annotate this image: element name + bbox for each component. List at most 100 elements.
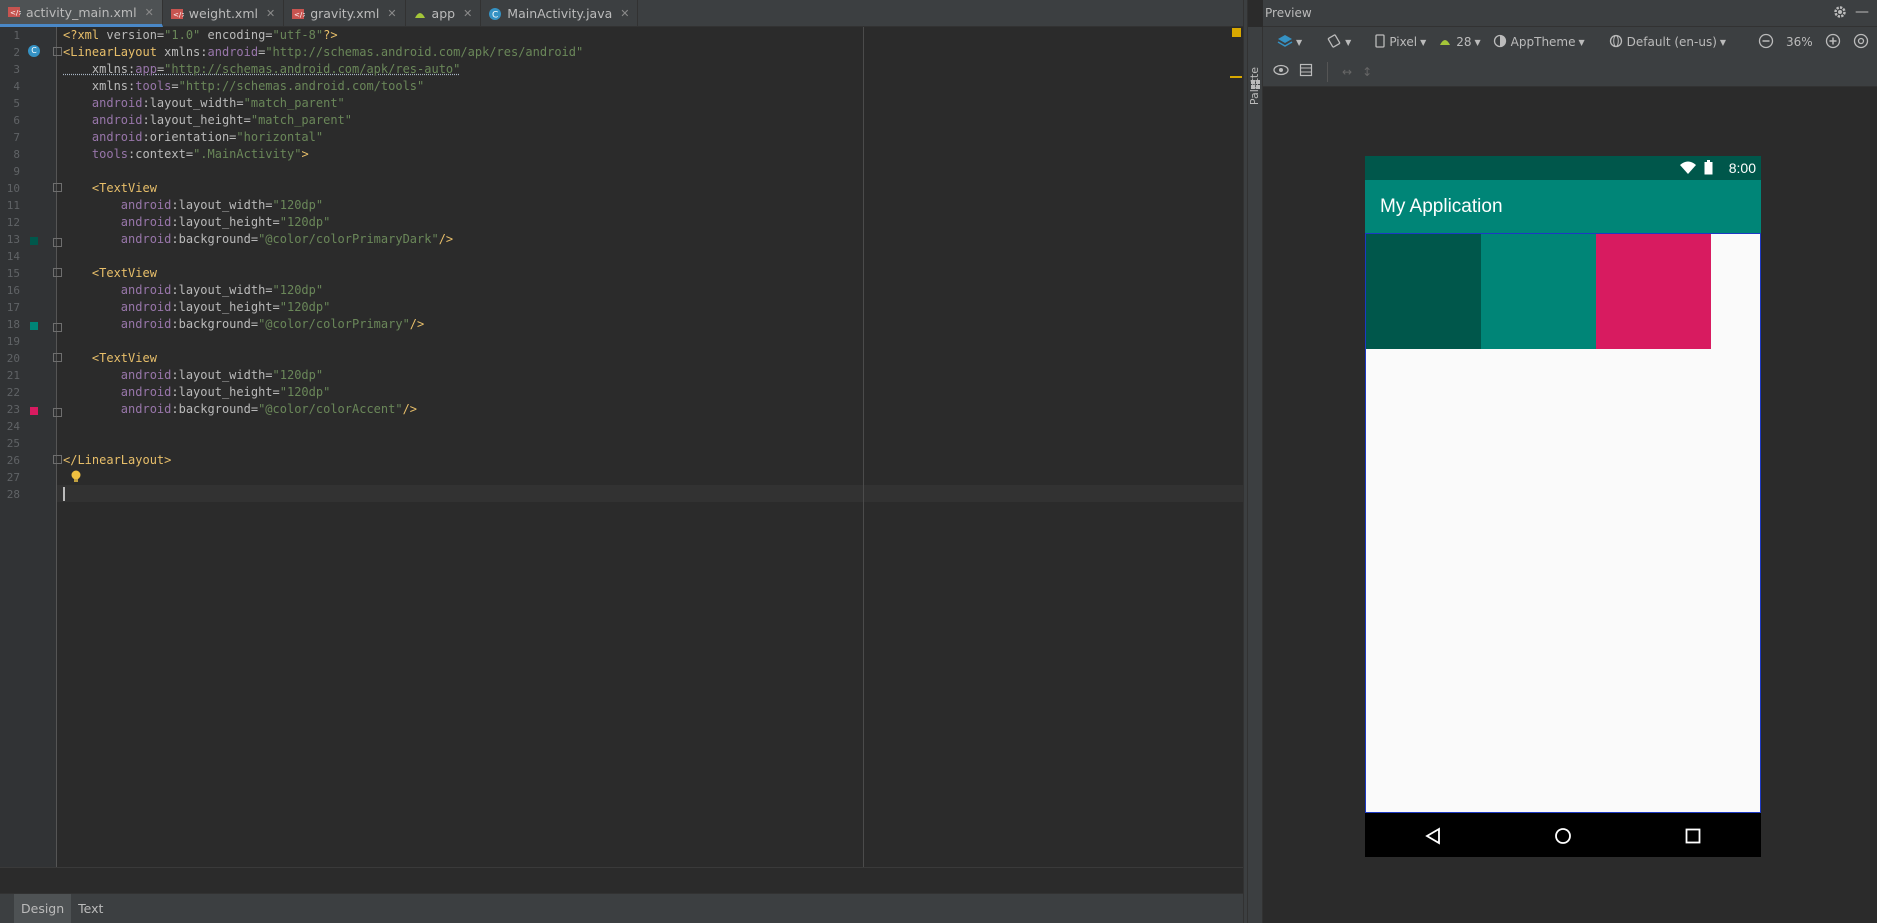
code-line[interactable]: android:layout_height="120dp" xyxy=(63,299,331,316)
design-surface-button[interactable]: ▼ xyxy=(1273,31,1306,53)
line-number: 9 xyxy=(13,165,20,178)
code-line[interactable]: android:layout_height="120dp" xyxy=(63,384,331,401)
fold-marker-icon[interactable] xyxy=(53,238,62,247)
globe-icon xyxy=(1609,34,1623,51)
code-line[interactable]: <LinearLayout xmlns:android="http://sche… xyxy=(63,44,583,61)
code-token: "horizontal" xyxy=(236,130,324,144)
lightbulb-icon[interactable] xyxy=(70,470,82,487)
zoom-fit-button[interactable] xyxy=(1849,31,1873,53)
zoom-in-button[interactable] xyxy=(1821,31,1845,53)
minimize-icon[interactable]: — xyxy=(1855,4,1869,20)
tab-gravity[interactable]: </> gravity.xml ✕ xyxy=(284,0,406,27)
code-line[interactable]: android:background="@color/colorPrimary"… xyxy=(63,316,424,333)
xml-layout-icon: </> xyxy=(6,4,22,20)
code-line[interactable]: android:background="@color/colorAccent"/… xyxy=(63,401,417,418)
blueprint-icon[interactable] xyxy=(1299,63,1313,80)
close-icon[interactable]: ✕ xyxy=(387,7,396,20)
code-token: "match_parent" xyxy=(243,96,345,110)
warning-indicator-icon[interactable] xyxy=(1232,28,1241,37)
code-token: android xyxy=(63,232,172,246)
code-line[interactable]: </LinearLayout> xyxy=(63,452,171,469)
code-token: android xyxy=(63,96,143,110)
home-icon[interactable] xyxy=(1554,827,1572,848)
chevron-down-icon: ▼ xyxy=(1296,37,1303,47)
chevron-down-icon: ▼ xyxy=(1474,37,1481,47)
tab-main-activity[interactable]: C MainActivity.java ✕ xyxy=(481,0,639,27)
fold-marker-icon[interactable] xyxy=(53,47,62,56)
gear-icon[interactable] xyxy=(1833,5,1847,22)
rotate-icon xyxy=(1326,33,1342,52)
textview-primary-dark[interactable] xyxy=(1366,234,1481,349)
code-line[interactable]: android:layout_height="120dp" xyxy=(63,214,331,231)
code-token: :background= xyxy=(171,232,259,246)
fold-marker-icon[interactable] xyxy=(53,353,62,362)
device-preview[interactable]: 8:00 My Application xyxy=(1365,156,1761,857)
line-number: 2 xyxy=(13,46,20,59)
color-swatch-primary-dark[interactable] xyxy=(30,237,38,245)
theme-selector[interactable]: AppTheme ▼ xyxy=(1489,31,1589,53)
code-line[interactable]: android:layout_height="match_parent" xyxy=(63,112,352,129)
fold-marker-icon[interactable] xyxy=(53,268,62,277)
right-margin-guide xyxy=(863,27,864,867)
code-line[interactable]: tools:context=".MainActivity"> xyxy=(63,146,309,163)
code-line[interactable]: android:layout_width="120dp" xyxy=(63,197,323,214)
code-token: android xyxy=(63,198,172,212)
code-token: android xyxy=(63,317,172,331)
line-number: 15 xyxy=(6,267,20,280)
fold-marker-icon[interactable] xyxy=(53,183,62,192)
tab-app[interactable]: app ✕ xyxy=(406,0,482,27)
horizontal-resize-icon[interactable]: ↔ xyxy=(1342,65,1352,79)
code-line[interactable]: <TextView xyxy=(63,265,157,282)
fold-marker-icon[interactable] xyxy=(53,323,62,332)
palette-icon[interactable] xyxy=(1250,79,1261,93)
tab-activity-main[interactable]: </> activity_main.xml ✕ xyxy=(0,0,163,27)
code-token: android xyxy=(63,113,143,127)
code-line[interactable]: android:orientation="horizontal" xyxy=(63,129,323,146)
code-token: "120dp" xyxy=(279,385,331,399)
code-token: xmlns: xyxy=(63,79,136,93)
close-icon[interactable]: ✕ xyxy=(620,7,629,20)
textview-primary[interactable] xyxy=(1481,234,1596,349)
code-token: <LinearLayout xyxy=(63,45,165,59)
orientation-button[interactable]: ▼ xyxy=(1322,31,1355,53)
code-line[interactable]: android:layout_width="120dp" xyxy=(63,367,323,384)
zoom-out-button[interactable] xyxy=(1754,31,1778,53)
fold-marker-icon[interactable] xyxy=(53,408,62,417)
code-line[interactable]: xmlns:tools="http://schemas.android.com/… xyxy=(63,78,424,95)
line-number: 17 xyxy=(6,301,20,314)
color-swatch-accent[interactable] xyxy=(30,407,38,415)
code-line[interactable]: <?xml version="1.0" encoding="utf-8"?> xyxy=(63,27,338,44)
class-reference-icon[interactable]: C xyxy=(28,45,40,57)
close-icon[interactable]: ✕ xyxy=(145,6,154,19)
code-token: "120dp" xyxy=(272,198,324,212)
tab-weight[interactable]: </> weight.xml ✕ xyxy=(163,0,285,27)
line-number: 7 xyxy=(13,131,20,144)
horizontal-scrollbar[interactable] xyxy=(0,867,1243,893)
color-swatch-primary[interactable] xyxy=(30,322,38,330)
tab-text[interactable]: Text xyxy=(71,894,110,923)
code-token: :layout_height= xyxy=(142,113,251,127)
code-line[interactable]: <TextView xyxy=(63,350,157,367)
status-bar: 8:00 xyxy=(1365,156,1761,180)
code-line[interactable]: <TextView xyxy=(63,180,157,197)
code-line[interactable]: android:layout_width="match_parent" xyxy=(63,95,345,112)
close-icon[interactable]: ✕ xyxy=(266,7,275,20)
warning-stripe-marker[interactable] xyxy=(1230,76,1242,78)
recents-icon[interactable] xyxy=(1685,828,1701,847)
eye-icon[interactable] xyxy=(1273,64,1289,79)
code-line[interactable]: android:layout_width="120dp" xyxy=(63,282,323,299)
device-selector[interactable]: Pixel ▼ xyxy=(1371,31,1430,53)
close-icon[interactable]: ✕ xyxy=(463,7,472,20)
back-icon[interactable] xyxy=(1425,827,1441,848)
code-token: :background= xyxy=(171,317,259,331)
linear-layout[interactable] xyxy=(1365,233,1761,813)
vertical-resize-icon[interactable]: ↕ xyxy=(1362,65,1372,79)
code-line[interactable]: android:background="@color/colorPrimaryD… xyxy=(63,231,453,248)
tab-design[interactable]: Design xyxy=(14,893,72,923)
svg-text:</>: </> xyxy=(294,11,305,19)
fold-marker-icon[interactable] xyxy=(53,455,62,464)
code-line[interactable]: xmlns:app="http://schemas.android.com/ap… xyxy=(63,61,461,78)
locale-selector[interactable]: Default (en-us) ▼ xyxy=(1605,31,1730,53)
api-level-selector[interactable]: 28 ▼ xyxy=(1434,31,1484,53)
textview-accent[interactable] xyxy=(1596,234,1711,349)
